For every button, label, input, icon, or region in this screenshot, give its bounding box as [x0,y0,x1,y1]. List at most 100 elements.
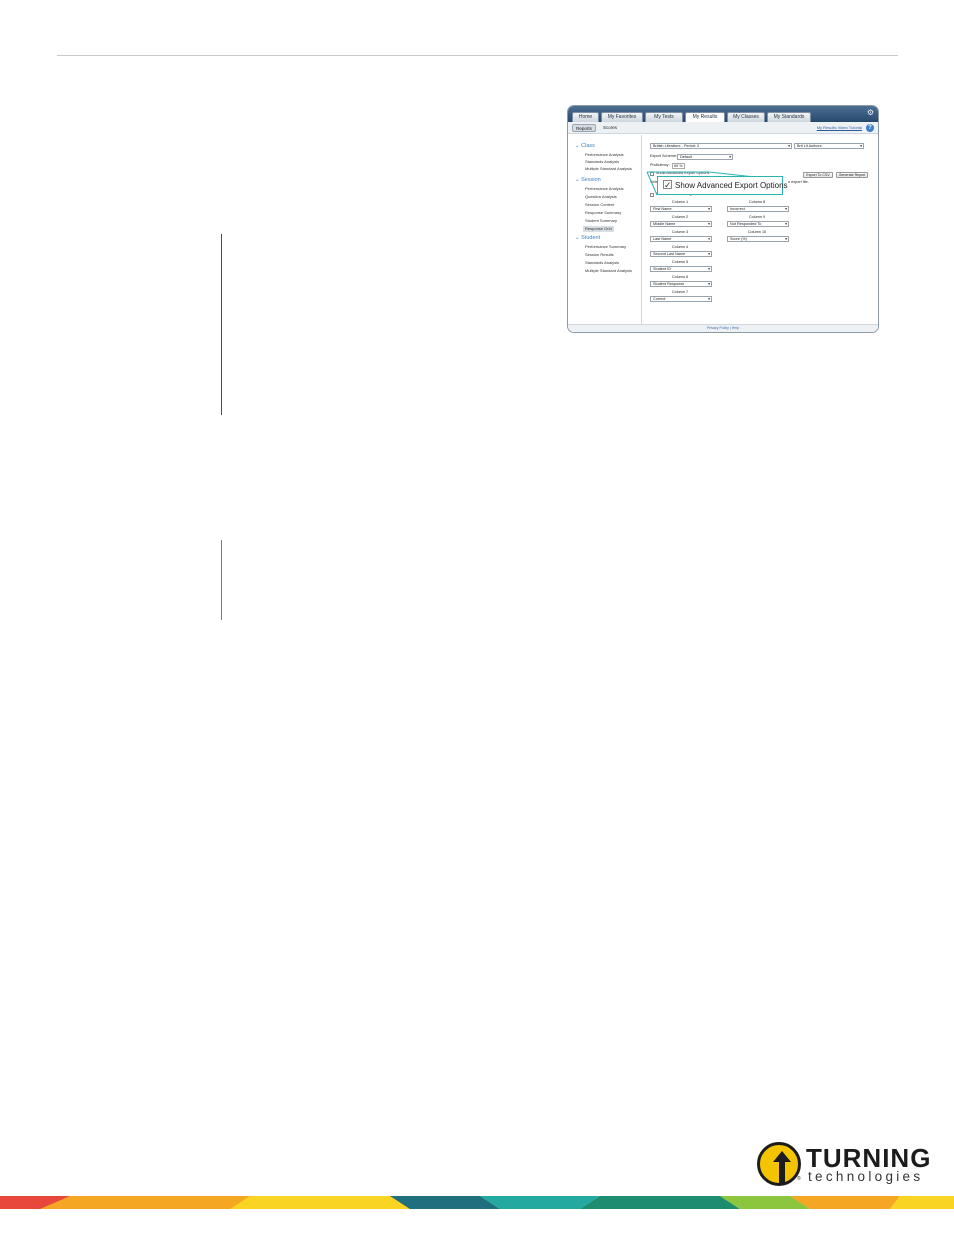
sidebar-item-multiple-standard-analysis[interactable]: Multiple Standard Analysis [585,166,632,172]
tab-my-results[interactable]: My Results [685,112,725,122]
report-sidebar: ⌄ Class Performance Analysis Standards A… [568,135,642,325]
sidebar-item-performance-analysis[interactable]: Performance Analysis [585,152,624,158]
include-class-average-checkbox[interactable] [650,193,654,197]
stripe-teal [480,1196,600,1209]
column-select[interactable]: Last Name ▾ [650,236,712,242]
report-options-panel: British Literature - Period: 2 ▾ Brit Lit… [648,135,874,325]
callout-label: Show Advanced Export Options [675,181,788,190]
stripe-yellow [230,1196,410,1209]
app-screenshot: Home My Favorites My Tests My Results My… [567,105,879,333]
select-value: Middle Name [653,222,676,226]
zoom-callout: ✓ Show Advanced Export Options [657,176,788,195]
tab-my-standards[interactable]: My Standards [767,112,811,122]
chevron-down-icon: ▾ [785,222,787,226]
column-label: Column 9 [748,215,766,219]
select-value: Not Responded To [730,222,762,226]
select-value: Brit Lit Authors [797,144,822,148]
sidebar-item-question-analysis[interactable]: Question Analysis [585,194,617,200]
column-label: Column 7 [671,290,689,294]
checkbox-checked-icon: ✓ [663,180,672,190]
test-select[interactable]: Brit Lit Authors ▾ [794,143,864,149]
chevron-down-icon: ▾ [708,297,710,301]
class-select[interactable]: British Literature - Period: 2 ▾ [650,143,792,149]
column-label: Column 8 [748,200,766,204]
column-label: Column 10 [747,230,767,234]
sidebar-section-class[interactable]: ⌄ Class [575,143,595,150]
chevron-down-icon: ▾ [729,155,731,159]
chevron-down-icon: ▾ [708,267,710,271]
app-footer: Privacy Policy | Help [568,324,878,332]
subtab-reports[interactable]: Reports [572,124,596,132]
sidebar-item-multiple-standard-analysis[interactable]: Multiple Standard Analysis [585,268,632,274]
show-advanced-checkbox[interactable] [650,172,654,176]
column-select[interactable]: Second Last Name ▾ [650,251,712,257]
tab-my-tests[interactable]: My Tests [645,112,683,122]
stripe-green [580,1196,740,1209]
gear-icon[interactable]: ⚙ [867,109,874,117]
tab-my-favorites[interactable]: My Favorites [601,112,643,122]
column-label: Column 2 [671,215,689,219]
chevron-down-icon: ▾ [860,144,862,148]
section-title: Class [581,143,595,149]
select-value: First Name [653,207,672,211]
sidebar-section-session[interactable]: ⌄ Session [575,177,601,184]
column-select[interactable]: Score (%) ▾ [727,236,789,242]
turning-technologies-logo: ® TURNING technologies [757,1142,932,1188]
sidebar-item-standards-analysis[interactable]: Standards Analysis [585,260,619,266]
sidebar-item-response-summary[interactable]: Response Summary [585,210,621,216]
instruction-text-end: o export file. [788,180,809,184]
column-select[interactable]: Not Responded To ▾ [727,221,789,227]
column-select[interactable]: Student Response ▾ [650,281,712,287]
chevron-down-icon: ▾ [708,252,710,256]
up-arrow-icon [773,1151,791,1183]
chevron-down-icon: ▾ [708,282,710,286]
section-title: Session [581,177,601,183]
help-icon[interactable]: ? [866,124,874,132]
select-value: Student Response [653,282,685,286]
tab-my-classes[interactable]: My Classes [727,112,765,122]
app-header: Home My Favorites My Tests My Results My… [568,106,878,122]
sidebar-item-performance-summary[interactable]: Performance Summary [585,244,626,250]
column-select[interactable]: Correct ▾ [650,296,712,302]
column-label: Column 3 [671,230,689,234]
export-csv-button[interactable]: Export To CSV [803,172,833,178]
chevron-down-icon: ▾ [788,144,790,148]
tab-home[interactable]: Home [572,112,599,122]
column-label: Column 4 [671,245,689,249]
column-label: Column 5 [671,260,689,264]
select-value: Incorrect [730,207,745,211]
sidebar-item-response-grid[interactable]: Response Grid [583,226,614,232]
sidebar-item-student-summary[interactable]: Student Summary [585,218,617,224]
export-scheme-label: Export Scheme: [650,154,678,158]
logo-subtitle: technologies [808,1169,924,1184]
select-value: Score (%) [730,237,747,241]
logo-circle [757,1142,801,1186]
column-select[interactable]: Incorrect ▾ [727,206,789,212]
proficiency-field[interactable]: 69 % [672,163,685,169]
section-title: Student [581,235,601,241]
logo-wordmark: TURNING [806,1143,932,1173]
chevron-down-icon: ▾ [708,207,710,211]
chevron-down-icon: ▾ [785,237,787,241]
purple-margin-bar [221,234,222,415]
chevron-down-icon: ▾ [708,237,710,241]
subtab-scores[interactable]: Scores [600,124,620,132]
sidebar-section-student[interactable]: ⌄ Student [575,235,600,242]
stripe-yellow-right [890,1196,954,1209]
column-select[interactable]: First Name ▾ [650,206,712,212]
sidebar-item-session-content[interactable]: Session Content [585,202,614,208]
export-scheme-select[interactable]: Default ▾ [677,154,733,160]
column-select[interactable]: Student ID ▾ [650,266,712,272]
chevron-down-icon: ▾ [785,207,787,211]
header-rule [57,55,898,56]
select-value: Student ID [653,267,671,271]
select-value: Last Name [653,237,672,241]
sidebar-item-session-results[interactable]: Session Results [585,252,614,258]
generate-report-button[interactable]: Generate Report [836,172,868,178]
sidebar-item-performance-analysis[interactable]: Performance Analysis [585,186,624,192]
column-label: Column 1 [671,200,689,204]
sidebar-item-standards-analysis[interactable]: Standards Analysis [585,159,619,165]
column-select[interactable]: Middle Name ▾ [650,221,712,227]
video-tutorial-link[interactable]: My Results Video Tutorial [817,125,862,131]
proficiency-label: Proficiency: [650,163,670,167]
